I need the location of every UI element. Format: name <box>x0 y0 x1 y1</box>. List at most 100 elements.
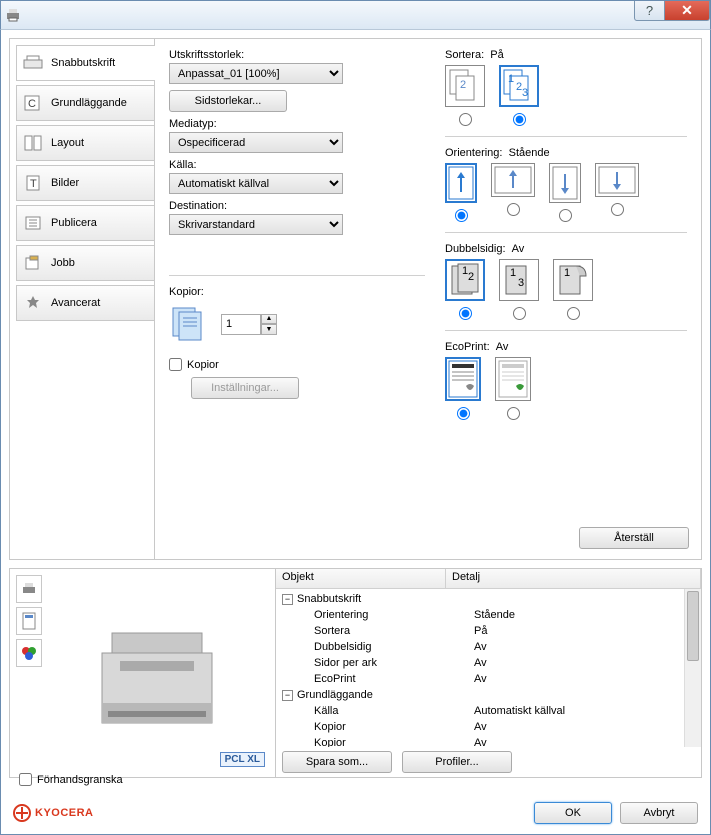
tree-group[interactable]: −Grundläggande <box>276 687 701 703</box>
tab-label: Avancerat <box>51 297 100 309</box>
mini-tab-printer[interactable] <box>16 575 42 603</box>
tree-row[interactable]: KopiorAv <box>276 719 701 735</box>
mini-tab-color[interactable] <box>16 639 42 667</box>
duplex-long-radio[interactable] <box>513 307 526 320</box>
mediatype-label: Mediatyp: <box>169 118 425 130</box>
orient-portrait-option[interactable] <box>445 163 477 222</box>
collapse-icon[interactable]: − <box>282 594 293 605</box>
copies-input[interactable] <box>221 314 261 335</box>
close-button[interactable]: ✕ <box>664 1 710 21</box>
svg-text:1: 1 <box>508 73 514 85</box>
tree-row[interactable]: DubbelsidigAv <box>276 639 701 655</box>
source-label: Källa: <box>169 159 425 171</box>
brand-text: KYOCERA <box>35 807 94 819</box>
eco-off-option[interactable] <box>445 357 481 420</box>
orient-landscape-option[interactable] <box>491 163 535 222</box>
duplex-label: Dubbelsidig: <box>445 243 506 255</box>
tree-row[interactable]: Sidor per arkAv <box>276 655 701 671</box>
cancel-button[interactable]: Avbryt <box>620 802 698 824</box>
copies-chk-label: Kopior <box>187 359 219 371</box>
duplex-long-option[interactable]: 13 <box>499 259 539 320</box>
printer-icon <box>5 7 21 23</box>
svg-text:1: 1 <box>510 267 516 279</box>
svg-text:T: T <box>30 178 37 190</box>
printsize-label: Utskriftsstorlek: <box>169 49 425 61</box>
tree-row[interactable]: SorteraPå <box>276 623 701 639</box>
pcl-badge: PCL XL <box>220 752 265 767</box>
eco-on-radio[interactable] <box>507 407 520 420</box>
sort-on-radio[interactable] <box>513 113 526 126</box>
spin-up[interactable]: ▲ <box>261 314 277 325</box>
tab-quick[interactable]: Snabbutskrift <box>16 45 155 81</box>
images-icon: T <box>23 174 43 192</box>
mediatype-select[interactable]: Ospecificerad <box>169 132 343 153</box>
tree-col-object[interactable]: Objekt <box>276 569 446 588</box>
orient-portrait-radio[interactable] <box>455 209 468 222</box>
tree-scrollbar[interactable] <box>684 589 701 747</box>
tab-label: Layout <box>51 137 84 149</box>
duplex-short-radio[interactable] <box>567 307 580 320</box>
tree-col-detail[interactable]: Detalj <box>446 569 701 588</box>
spin-down[interactable]: ▼ <box>261 324 277 335</box>
eco-off-radio[interactable] <box>457 407 470 420</box>
tree-row[interactable]: OrienteringStående <box>276 607 701 623</box>
sort-off-radio[interactable] <box>459 113 472 126</box>
tree-row[interactable]: KällaAutomatiskt källval <box>276 703 701 719</box>
save-as-button[interactable]: Spara som... <box>282 751 392 773</box>
tab-images[interactable]: T Bilder <box>16 165 154 201</box>
source-select[interactable]: Automatiskt källval <box>169 173 343 194</box>
preview-label: Förhandsgranska <box>37 774 123 786</box>
reset-button[interactable]: Återställ <box>579 527 689 549</box>
orient-landscape-radio[interactable] <box>507 203 520 216</box>
tab-content: Utskriftsstorlek: Anpassat_01 [100%] Sid… <box>154 39 701 559</box>
printsize-select[interactable]: Anpassat_01 [100%] <box>169 63 343 84</box>
side-tabs: Snabbutskrift C Grundläggande Layout T B… <box>10 39 154 559</box>
tab-publish[interactable]: Publicera <box>16 205 154 241</box>
ok-button[interactable]: OK <box>534 802 612 824</box>
sort-off-option[interactable]: 2 <box>445 65 485 126</box>
mini-tab-page[interactable] <box>16 607 42 635</box>
destination-select[interactable]: Skrivarstandard <box>169 214 343 235</box>
tab-basic[interactable]: C Grundläggande <box>16 85 154 121</box>
tab-label: Publicera <box>51 217 97 229</box>
svg-text:1: 1 <box>564 267 570 279</box>
preview-checkbox[interactable] <box>19 773 32 786</box>
orientation-value: Stående <box>509 147 550 159</box>
copies-label: Kopior: <box>169 286 425 298</box>
lower-panel: PCL XL Objekt Detalj −SnabbutskriftOrien… <box>9 568 702 778</box>
svg-text:2: 2 <box>460 79 466 91</box>
settings-right: Sortera: På 2 123 Orientering: Stående <box>425 49 687 549</box>
duplex-off-option[interactable]: 12 <box>445 259 485 320</box>
tab-layout[interactable]: Layout <box>16 125 154 161</box>
duplex-value: Av <box>512 243 525 255</box>
duplex-short-option[interactable]: 1 <box>553 259 593 320</box>
window-body: Snabbutskrift C Grundläggande Layout T B… <box>0 30 711 835</box>
help-button[interactable]: ? <box>634 1 664 21</box>
orient-portrait-flip-radio[interactable] <box>559 209 572 222</box>
collapse-icon[interactable]: − <box>282 690 293 701</box>
copies-spinner[interactable]: ▲▼ <box>221 314 277 335</box>
svg-text:C: C <box>28 98 36 110</box>
copies-checkbox[interactable] <box>169 358 182 371</box>
tree-group[interactable]: −Snabbutskrift <box>276 591 701 607</box>
eco-on-option[interactable] <box>495 357 531 420</box>
orient-portrait-flip-option[interactable] <box>549 163 581 222</box>
orient-landscape-flip-radio[interactable] <box>611 203 624 216</box>
copies-settings-button[interactable]: Inställningar... <box>191 377 299 399</box>
duplex-off-radio[interactable] <box>459 307 472 320</box>
layout-icon <box>23 134 43 152</box>
footer: KYOCERA OK Avbryt <box>13 802 698 824</box>
orient-landscape-flip-option[interactable] <box>595 163 639 222</box>
copies-icon <box>169 304 209 344</box>
tab-job[interactable]: Jobb <box>16 245 154 281</box>
pagesizes-button[interactable]: Sidstorlekar... <box>169 90 287 112</box>
tab-advanced[interactable]: Avancerat <box>16 285 154 321</box>
brand-logo: KYOCERA <box>13 804 94 822</box>
sort-on-option[interactable]: 123 <box>499 65 539 126</box>
ecoprint-value: Av <box>496 341 509 353</box>
quick-icon <box>23 54 43 72</box>
profiles-button[interactable]: Profiler... <box>402 751 512 773</box>
tree-row[interactable]: EcoPrintAv <box>276 671 701 687</box>
preview-panel: PCL XL <box>10 569 276 777</box>
tree-row[interactable]: KopiorAv <box>276 735 701 747</box>
